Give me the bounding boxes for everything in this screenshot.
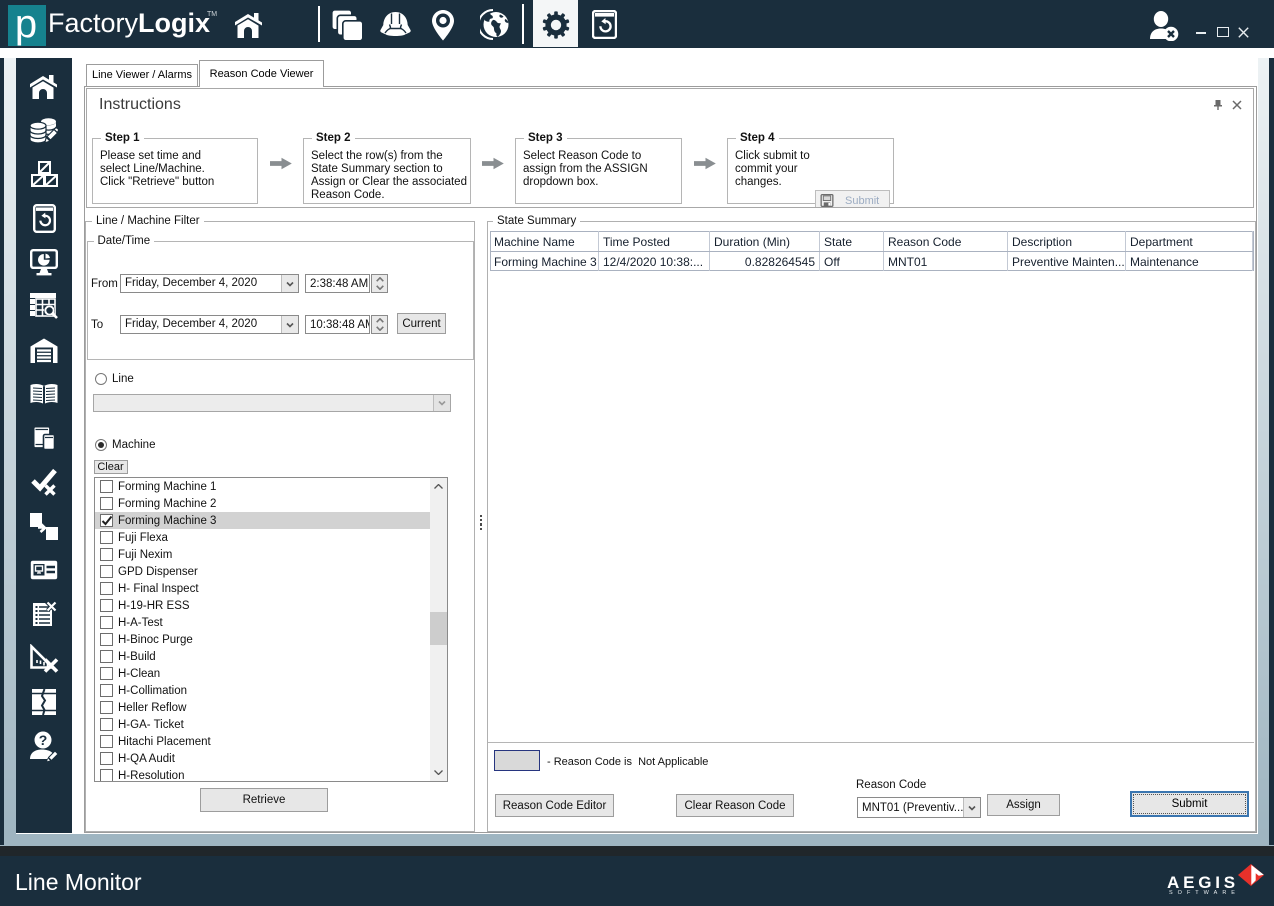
svg-text:p: p — [15, 5, 37, 46]
svg-text:?: ? — [39, 732, 48, 748]
